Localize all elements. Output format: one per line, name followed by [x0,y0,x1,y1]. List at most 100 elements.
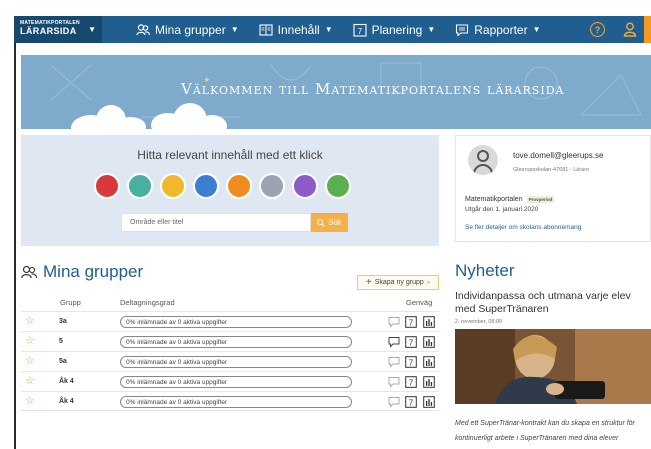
nav-planering[interactable]: 7 Planering ▼ [353,23,436,37]
left-border [14,40,16,449]
chat-icon[interactable] [388,316,400,328]
bar-chart-icon[interactable] [423,336,435,348]
calendar-icon[interactable]: 7 [405,316,417,328]
star-icon[interactable]: ☆ [25,356,35,367]
table-row[interactable]: ☆ 3a 0% inlämnade av 0 aktiva uppgifter … [21,311,439,332]
subscription-details-link[interactable]: Se fler detaljer om skolans abonnemang [465,224,581,231]
orange-tab[interactable] [644,16,651,43]
calendar-icon-number: 7 [409,359,414,368]
category-gears-icon[interactable] [325,173,351,199]
category-document-icon[interactable] [259,173,285,199]
calendar-icon-number: 7 [409,399,414,408]
search-button[interactable]: Sök [311,213,348,232]
news-excerpt: Med ett SuperTränar-kontrakt kan du skap… [455,420,635,442]
page: MATEMATIKPORTALEN LÄRARSIDA ▼ Mina grupp… [0,0,651,449]
hero-title: Välkommen till Matematikportalens lärars… [181,80,565,98]
chevron-down-icon: ▼ [324,25,333,34]
trial-badge: Provperiod [526,196,555,203]
group-name[interactable]: 5a [59,358,67,365]
table-row[interactable]: ☆ 5a 0% inlämnade av 0 aktiva uppgifter … [21,351,439,372]
calendar-icon-number: 7 [409,319,414,328]
participation-bar: 0% inlämnade av 0 aktiva uppgifter [120,376,352,388]
star-icon[interactable]: ☆ [25,376,35,387]
chat-icon[interactable] [388,356,400,368]
plus-icon: + [365,277,372,288]
search-icon [317,218,325,227]
group-name[interactable]: 5 [59,338,63,345]
calendar-icon: 7 [353,23,367,37]
groups-heading-text: Mina grupper [43,262,144,281]
bar-chart-icon[interactable] [423,356,435,368]
star-icon[interactable]: ☆ [25,316,35,327]
top-nav: MATEMATIKPORTALEN LÄRARSIDA ▼ Mina grupp… [14,16,651,43]
book-icon [259,23,273,36]
profile-product: Matematikportalen Provperiod [465,196,555,203]
news-photo [455,329,651,404]
nav-rapporter[interactable]: Rapporter ▼ [455,22,541,37]
group-name[interactable]: Åk 4 [59,398,74,405]
chevron-right-icon: » [426,279,431,286]
group-name[interactable]: Åk 4 [59,378,74,385]
create-group-button[interactable]: + Skapa ny grupp » [357,275,439,290]
brand-big-text: LÄRARSIDA [20,26,77,36]
groups-heading: Mina grupper [21,262,143,282]
search-button-label: Sök [328,218,342,227]
avatar [468,145,498,175]
participation-bar: 0% inlämnade av 0 aktiva uppgifter [120,396,352,408]
nav-label-rapporter: Rapporter [474,22,528,37]
calendar-icon[interactable]: 7 [405,376,417,388]
category-shapes-icon[interactable] [193,173,219,199]
category-graph-icon[interactable] [292,173,318,199]
category-globe-icon[interactable] [127,173,153,199]
create-group-label: Skapa ny grupp [374,279,424,286]
search-input[interactable]: Område eller titel [121,213,311,232]
nav-label-innehall: Innehåll [277,22,320,37]
nav-right: ? [590,22,651,37]
calendar-icon-number: 7 [409,379,414,388]
help-icon[interactable]: ? [590,22,605,37]
group-name[interactable]: 3a [59,318,67,325]
calendar-icon[interactable]: 7 [405,356,417,368]
profile-card: tove.domell@gleerups.se Gleerupsskolan-4… [455,135,651,242]
nav-label-mina-grupper: Mina grupper [155,22,226,37]
profile-school: Gleerupsskolan-47681 - Lärare [513,167,590,173]
category-icons [94,173,351,199]
calendar-icon[interactable]: 7 [405,396,417,408]
star-icon[interactable]: ☆ [25,336,35,347]
participation-bar: 0% inlämnade av 0 aktiva uppgifter [120,316,352,328]
bar-chart-icon[interactable] [423,396,435,408]
news-heading: Nyheter [455,261,515,280]
hero-banner: ✦ Välkommen till Matematikportalens lära… [21,55,651,129]
column-header-shortcut: Genväg [406,298,433,307]
table-row[interactable]: ☆ 5 0% inlämnade av 0 aktiva uppgifter 7 [21,331,439,352]
news-title[interactable]: Individanpassa och utmana varje elev med… [455,290,651,316]
user-icon[interactable] [623,22,637,37]
search-panel-title: Hitta relevant innehåll med ett klick [137,148,323,162]
nav-mina-grupper[interactable]: Mina grupper ▼ [136,23,239,37]
group-icon [21,265,37,279]
chevron-down-icon: ▼ [230,25,239,34]
brand-logo[interactable]: MATEMATIKPORTALEN LÄRARSIDA ▼ [14,16,102,43]
category-algebra-icon[interactable] [94,173,120,199]
calendar-icon-number: 7 [357,27,362,36]
calendar-icon[interactable]: 7 [405,336,417,348]
news-image[interactable] [455,329,651,404]
chevron-down-icon[interactable]: ▼ [88,25,96,34]
category-cone-icon[interactable] [226,173,252,199]
chat-icon[interactable] [388,376,400,388]
chevron-down-icon: ▼ [427,25,436,34]
chat-icon[interactable] [388,396,400,408]
star-icon[interactable]: ☆ [25,396,35,407]
bar-chart-icon[interactable] [423,316,435,328]
calendar-icon-number: 7 [409,339,414,348]
nav-innehall[interactable]: Innehåll ▼ [259,23,333,37]
table-divider [21,410,439,411]
table-row[interactable]: ☆ Åk 4 0% inlämnade av 0 aktiva uppgifte… [21,391,439,412]
participation-bar: 0% inlämnade av 0 aktiva uppgifter [120,356,352,368]
table-row[interactable]: ☆ Åk 4 0% inlämnade av 0 aktiva uppgifte… [21,371,439,392]
bar-chart-icon[interactable] [423,376,435,388]
category-video-icon[interactable] [160,173,186,199]
chat-icon[interactable] [388,336,400,348]
column-header-participation: Deltagningsgrad [120,298,175,307]
column-header-group: Grupp [60,298,81,307]
